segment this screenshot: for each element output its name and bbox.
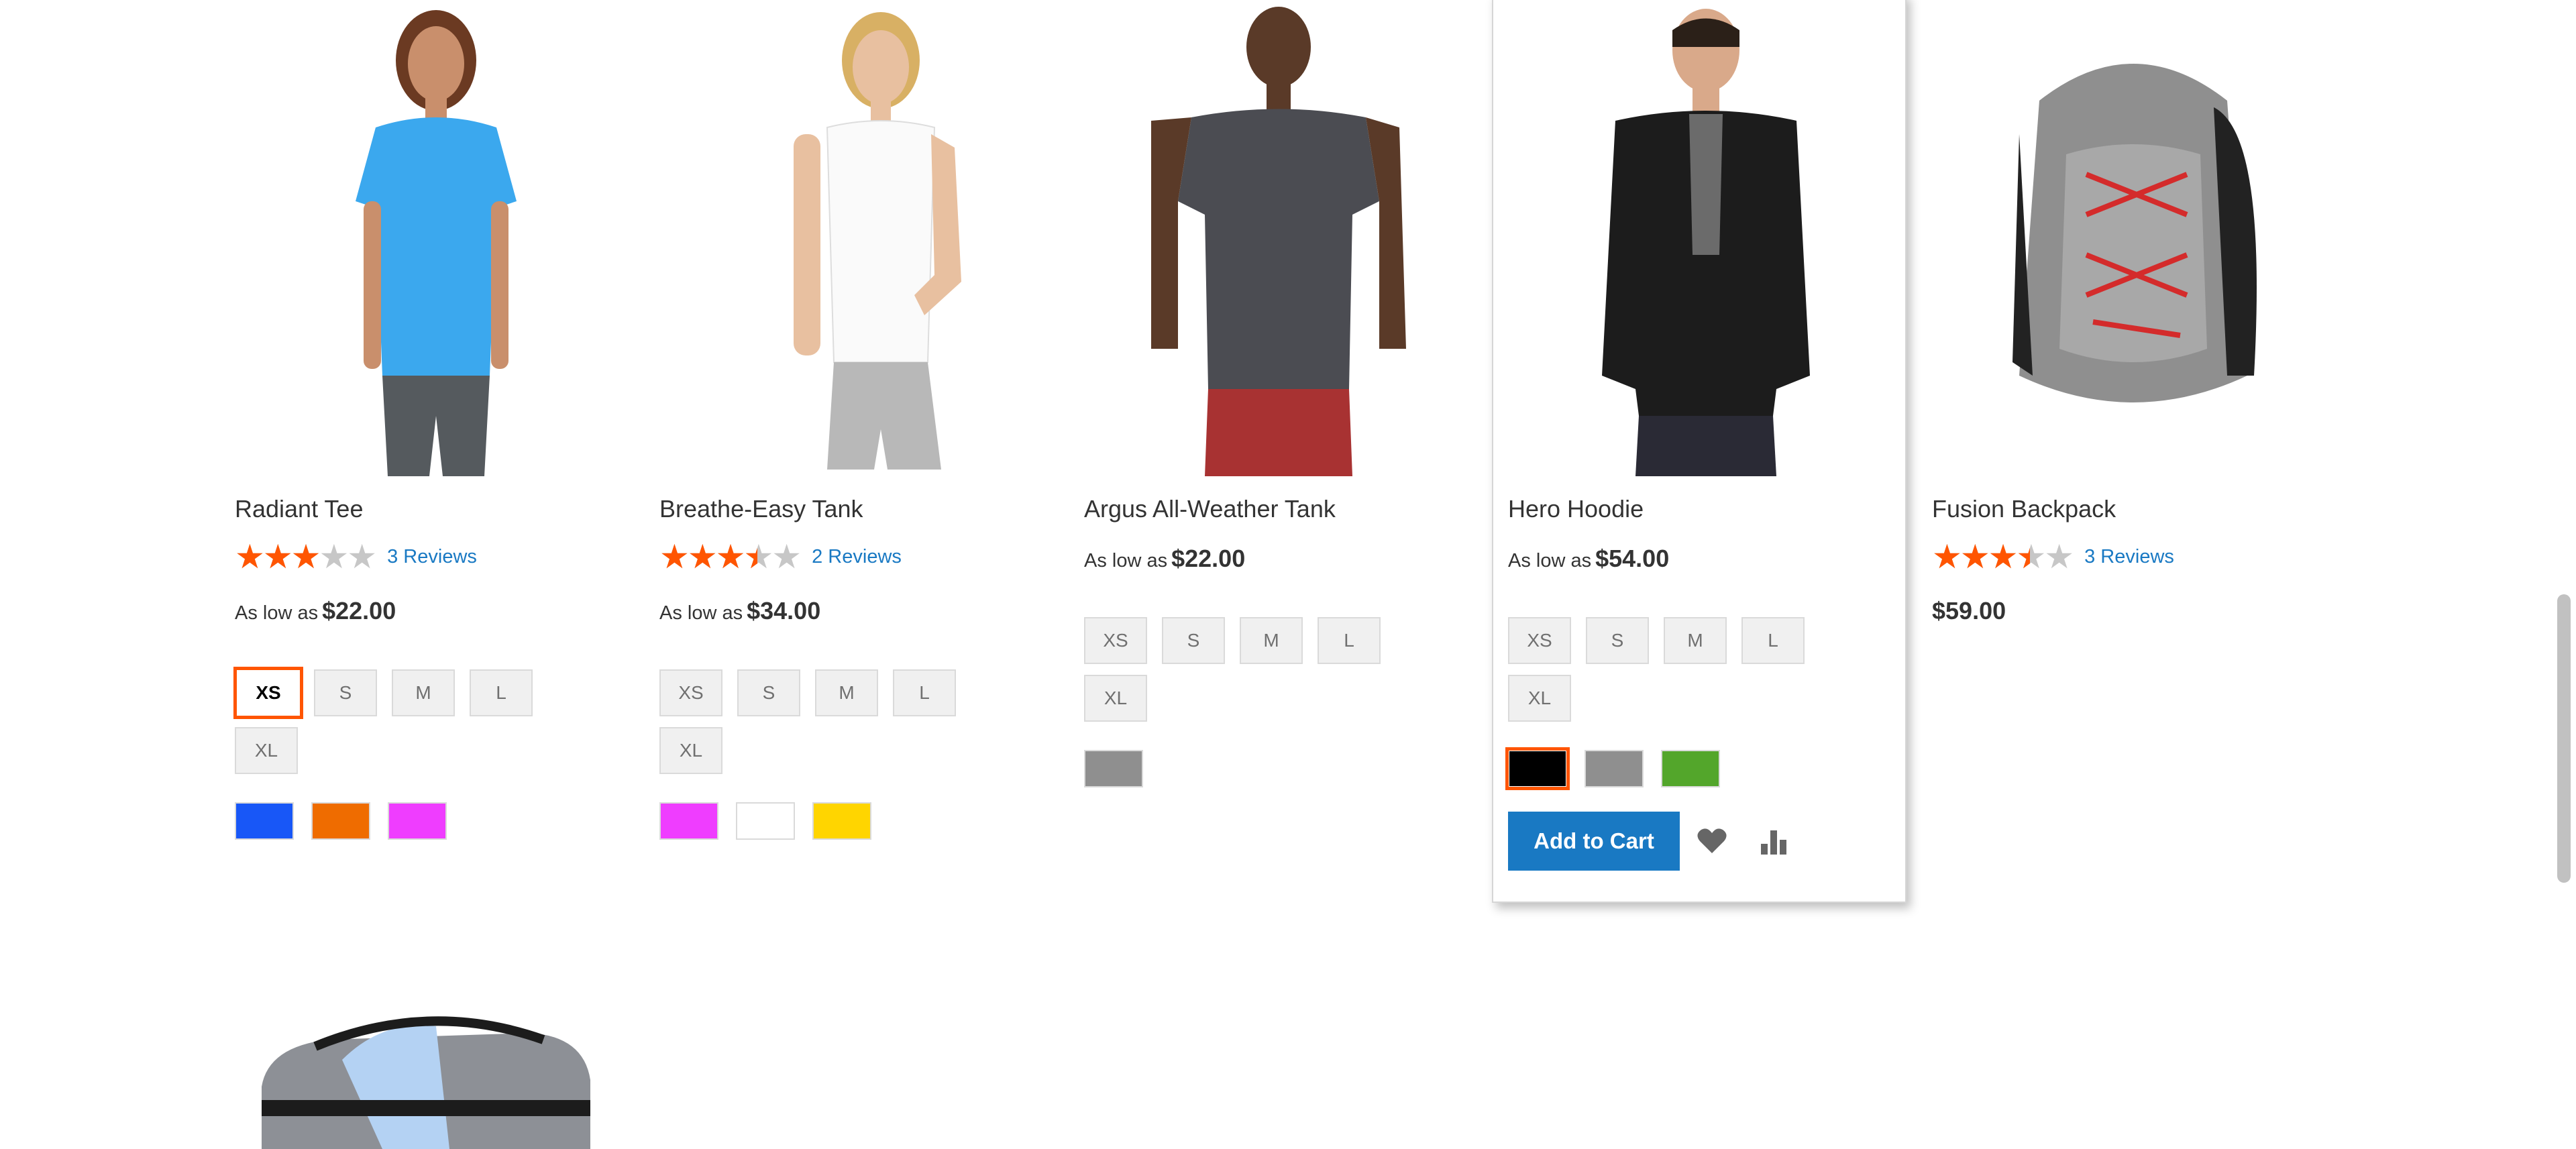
price: $34.00 <box>747 597 821 624</box>
size-swatch-m[interactable]: M <box>815 669 878 716</box>
color-swatch-blue[interactable] <box>235 802 294 840</box>
price-box: $59.00 <box>1932 597 2006 625</box>
rating: ★★★★★★★★★★ 3 Reviews <box>1932 538 2174 576</box>
size-swatch-xl[interactable]: XL <box>235 727 298 774</box>
product-image[interactable] <box>1084 0 1460 476</box>
price-prefix: As low as <box>235 602 319 624</box>
color-swatch-green[interactable] <box>1661 750 1720 787</box>
size-swatch-l[interactable]: L <box>470 669 533 716</box>
heart-icon[interactable] <box>1692 821 1732 861</box>
size-swatch-l[interactable]: L <box>1318 617 1381 664</box>
reviews-link[interactable]: 3 Reviews <box>387 546 477 568</box>
product-name[interactable]: Fusion Backpack <box>1932 495 2116 523</box>
scrollbar-thumb[interactable] <box>2557 594 2571 883</box>
size-swatch-s[interactable]: S <box>1586 617 1649 664</box>
price-prefix: As low as <box>1084 550 1168 571</box>
price-box: As low as $34.00 <box>659 597 820 625</box>
product-image[interactable] <box>235 0 610 476</box>
size-swatch-s[interactable]: S <box>737 669 800 716</box>
rating: ★★★★★★★★★★ 2 Reviews <box>659 538 902 576</box>
size-swatch-l[interactable]: L <box>1741 617 1805 664</box>
color-swatch-orange[interactable] <box>311 802 370 840</box>
size-swatch-xs[interactable]: XS <box>233 667 303 719</box>
size-swatch-s[interactable]: S <box>314 669 377 716</box>
product-image[interactable] <box>1508 0 1884 476</box>
reviews-link[interactable]: 2 Reviews <box>812 546 902 568</box>
size-swatch-s[interactable]: S <box>1162 617 1225 664</box>
price: $22.00 <box>1171 545 1246 572</box>
size-swatch-m[interactable]: M <box>392 669 455 716</box>
price-box: As low as $22.00 <box>235 597 396 625</box>
color-swatch-black[interactable] <box>1505 747 1570 790</box>
price-box: As low as $54.00 <box>1508 545 1669 573</box>
scrollbar-track[interactable] <box>2555 0 2576 1149</box>
price: $59.00 <box>1932 597 2006 624</box>
add-to-cart-button[interactable]: Add to Cart <box>1508 812 1680 871</box>
product-image-partial[interactable] <box>248 1006 610 1149</box>
price: $22.00 <box>322 597 396 624</box>
color-swatch-yellow[interactable] <box>812 802 871 840</box>
price-prefix: As low as <box>659 602 743 624</box>
price-box: As low as $22.00 <box>1084 545 1245 573</box>
color-swatch-purple[interactable] <box>388 802 447 840</box>
product-image[interactable] <box>1932 0 2308 476</box>
price: $54.00 <box>1595 545 1670 572</box>
bar-chart-icon[interactable] <box>1754 821 1794 861</box>
reviews-link[interactable]: 3 Reviews <box>2084 546 2174 568</box>
size-swatch-xs[interactable]: XS <box>1508 617 1571 664</box>
color-swatch-white[interactable] <box>736 802 795 840</box>
size-swatch-xs[interactable]: XS <box>659 669 722 716</box>
size-swatch-m[interactable]: M <box>1664 617 1727 664</box>
rating-stars: ★★★★★★★★★★ <box>235 538 377 576</box>
color-swatch-purple[interactable] <box>659 802 718 840</box>
rating: ★★★★★★★★★★ 3 Reviews <box>235 538 477 576</box>
size-swatch-xs[interactable]: XS <box>1084 617 1147 664</box>
size-swatch-xl[interactable]: XL <box>659 727 722 774</box>
product-image[interactable] <box>659 0 1035 476</box>
size-swatch-xl[interactable]: XL <box>1084 675 1147 722</box>
product-name[interactable]: Breathe-Easy Tank <box>659 495 863 523</box>
price-prefix: As low as <box>1508 550 1592 571</box>
color-swatch-gray[interactable] <box>1084 750 1143 787</box>
size-swatch-xl[interactable]: XL <box>1508 675 1571 722</box>
product-name[interactable]: Hero Hoodie <box>1508 495 1644 523</box>
rating-stars: ★★★★★★★★★★ <box>659 538 802 576</box>
color-swatch-gray[interactable] <box>1585 750 1644 787</box>
size-swatch-m[interactable]: M <box>1240 617 1303 664</box>
product-name[interactable]: Radiant Tee <box>235 495 363 523</box>
product-name[interactable]: Argus All-Weather Tank <box>1084 495 1336 523</box>
size-swatch-l[interactable]: L <box>893 669 956 716</box>
rating-stars: ★★★★★★★★★★ <box>1932 538 2074 576</box>
